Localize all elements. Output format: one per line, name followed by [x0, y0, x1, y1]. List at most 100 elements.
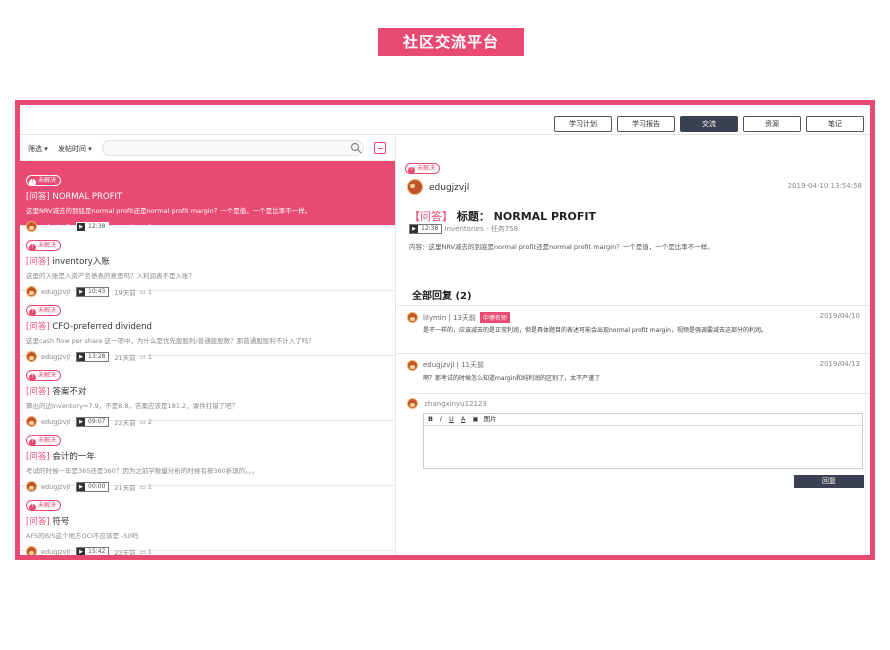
question-tag: [问答]: [26, 322, 50, 332]
detail-source[interactable]: Inventories - 任务758: [445, 225, 519, 233]
alert-icon: !: [29, 244, 36, 251]
filter-bar: 筛选 ▾ 发帖时间 ▾: [20, 135, 395, 161]
question-excerpt: 考试的时候一年是365还是360？因为之前学数量分析的时候有按360折现的。。。: [26, 467, 259, 475]
question-title[interactable]: [问答] 符号: [26, 515, 395, 527]
question-title[interactable]: [问答] CFO-preferred dividend: [26, 320, 395, 332]
video-time: 12:38: [421, 225, 439, 232]
badge-label: 未解决: [38, 372, 57, 379]
detail-content: 内容：这里NRV减去的到底是normal profit还是normal prof…: [409, 243, 714, 251]
reply-user[interactable]: edugjzvjl: [423, 361, 454, 369]
question-title[interactable]: [问答] 会计的一年: [26, 450, 395, 462]
reply-item: lilymin | 13天前 中博名师 2019/04/10 是不一样的，应该减去…: [397, 305, 870, 353]
question-meta: edugjzvjl ▶ 15:42 23天前 ▭ 1: [26, 546, 395, 555]
badge-label: 未解决: [38, 307, 57, 314]
avatar[interactable]: [407, 360, 418, 371]
reply-editor[interactable]: B I U A ▣ 图片: [423, 413, 863, 469]
detail-date: 2019-04-10 13:54:58: [787, 182, 862, 190]
detail-title: 【问答】 标题： NORMAL PROFIT: [409, 208, 596, 224]
alert-icon: !: [29, 374, 36, 381]
italic-button[interactable]: I: [440, 415, 442, 423]
detail-header: edugjzvjl 2019-04-10 13:54:58: [407, 179, 862, 195]
question-title-text: 会计的一年: [49, 452, 95, 462]
question-title[interactable]: [问答] inventory入账: [26, 255, 395, 267]
teacher-badge: 中博名师: [479, 312, 510, 323]
reply-text: 啊？那考试的时候怎么知道margin和纯利润的区别了，太不严谨了: [423, 375, 601, 382]
font-color-button[interactable]: A: [461, 415, 465, 423]
play-icon: ▶: [77, 547, 86, 555]
list-item[interactable]: ! 未解决 [问答] 会计的一年考试的时候一年是365还是360？因为之前学数量分析…: [20, 421, 395, 492]
list-item[interactable]: ! 未解决 [问答] 答案不对算出的边inventory=7.9，不是8.8，答案应…: [20, 356, 395, 427]
question-title[interactable]: [问答] NORMAL PROFIT: [26, 190, 395, 202]
avatar[interactable]: [407, 312, 418, 323]
composer-username: zhangxinyu12123: [424, 399, 487, 408]
video-time: 15:42: [88, 547, 106, 555]
list-item[interactable]: ! 未解决 [问答] CFO-preferred dividend 这里cash fl…: [20, 291, 395, 362]
search-input[interactable]: [102, 140, 364, 156]
question-list: ! 未解决 [问答] NORMAL PROFIT 这里NRV减去的到底是normal …: [20, 161, 395, 555]
question-tag: [问答]: [26, 192, 50, 202]
detail-title-text: 标题： NORMAL PROFIT: [456, 210, 596, 223]
detail-user[interactable]: edugjzvjl: [429, 183, 469, 193]
search-icon[interactable]: [350, 142, 362, 154]
time-label: 发帖时间: [58, 145, 86, 153]
detail-tag: 【问答】: [409, 210, 453, 223]
alert-icon: !: [29, 504, 36, 511]
list-item[interactable]: ! 未解决 [问答] inventory入账 这里的入账是入资产负债表的意思吗？入利润…: [20, 226, 395, 297]
image-button[interactable]: ▣ 图片: [472, 415, 501, 423]
chevron-down-icon: ▾: [88, 145, 92, 153]
tab-resources[interactable]: 资源: [743, 116, 801, 132]
unresolved-badge: ! 未解决: [26, 500, 62, 511]
question-tag: [问答]: [26, 452, 50, 462]
detail-video-row: ▶ 12:38 Inventories - 任务758: [409, 224, 518, 234]
tab-study-report[interactable]: 学习报告: [617, 116, 675, 132]
question-excerpt: 算出的边inventory=7.9，不是8.8，答案应该是181.2，课件打错了…: [26, 402, 239, 410]
reply-text: 是不一样的，应该减去的是正常利润，但是具体题目的表述可能会出现normal pr…: [423, 327, 767, 334]
reply-date: 2019/04/10: [819, 312, 860, 320]
question-title-text: NORMAL PROFIT: [49, 192, 123, 202]
question-user[interactable]: edugjzvjl: [41, 548, 70, 556]
chevron-down-icon: ▾: [44, 145, 48, 153]
avatar[interactable]: [407, 179, 423, 195]
list-item[interactable]: ! 未解决 [问答] 符号 AFS的B/S这个地方OCI不应该是 -50吗 edugjz…: [20, 486, 395, 555]
question-tag: [问答]: [26, 257, 50, 267]
reply-date: 2019/04/13: [819, 360, 860, 368]
question-title-text: 符号: [49, 517, 70, 527]
list-item[interactable]: ! 未解决 [问答] NORMAL PROFIT 这里NRV减去的到底是normal …: [20, 161, 395, 232]
video-link[interactable]: ▶ 12:38: [409, 224, 443, 234]
avatar[interactable]: [26, 546, 37, 555]
video-link[interactable]: ▶ 15:42: [76, 546, 110, 555]
composer-user: zhangxinyu12123: [407, 393, 870, 409]
alert-icon: !: [29, 309, 36, 316]
filter-dropdown[interactable]: 筛选 ▾: [28, 144, 48, 154]
filter-label: 筛选: [28, 145, 42, 153]
reply-user[interactable]: lilymin: [423, 314, 446, 322]
tab-study-plan[interactable]: 学习计划: [554, 116, 612, 132]
bold-button[interactable]: B: [428, 415, 433, 423]
time-dropdown[interactable]: 发帖时间 ▾: [58, 144, 92, 154]
alert-icon: !: [29, 179, 36, 186]
reply-meta: lilymin | 13天前 中博名师: [423, 312, 510, 323]
reply-days: 11天前: [461, 361, 485, 369]
unresolved-badge: ! 未解决: [26, 175, 62, 186]
badge-label: 未解决: [417, 165, 436, 172]
unresolved-badge: ! 未解决: [26, 305, 62, 316]
alert-icon: !: [29, 439, 36, 446]
alert-icon: !: [408, 167, 415, 174]
question-tag: [问答]: [26, 387, 50, 397]
reply-submit-button[interactable]: 回复: [794, 475, 864, 488]
underline-button[interactable]: U: [449, 415, 454, 423]
question-detail-panel: ! 未解决 edugjzvjl 2019-04-10 13:54:58 【问答】 …: [397, 135, 870, 555]
compose-icon[interactable]: [374, 142, 386, 154]
tab-notes[interactable]: 笔记: [806, 116, 864, 132]
replies-header: 全部回复 (2): [412, 291, 472, 302]
badge-label: 未解决: [38, 437, 57, 444]
question-excerpt: 这里的入账是入资产负债表的意思吗？入利润表不是入账？: [26, 272, 195, 280]
tab-communication[interactable]: 交流: [680, 116, 738, 132]
comment-count: ▭ 1: [140, 548, 152, 556]
question-title-text: CFO-preferred dividend: [49, 322, 152, 332]
question-title[interactable]: [问答] 答案不对: [26, 385, 395, 397]
question-title-text: 答案不对: [49, 387, 87, 397]
image-label: 图片: [483, 415, 497, 423]
question-days: 23天前: [114, 548, 136, 556]
editor-toolbar: B I U A ▣ 图片: [424, 414, 862, 426]
